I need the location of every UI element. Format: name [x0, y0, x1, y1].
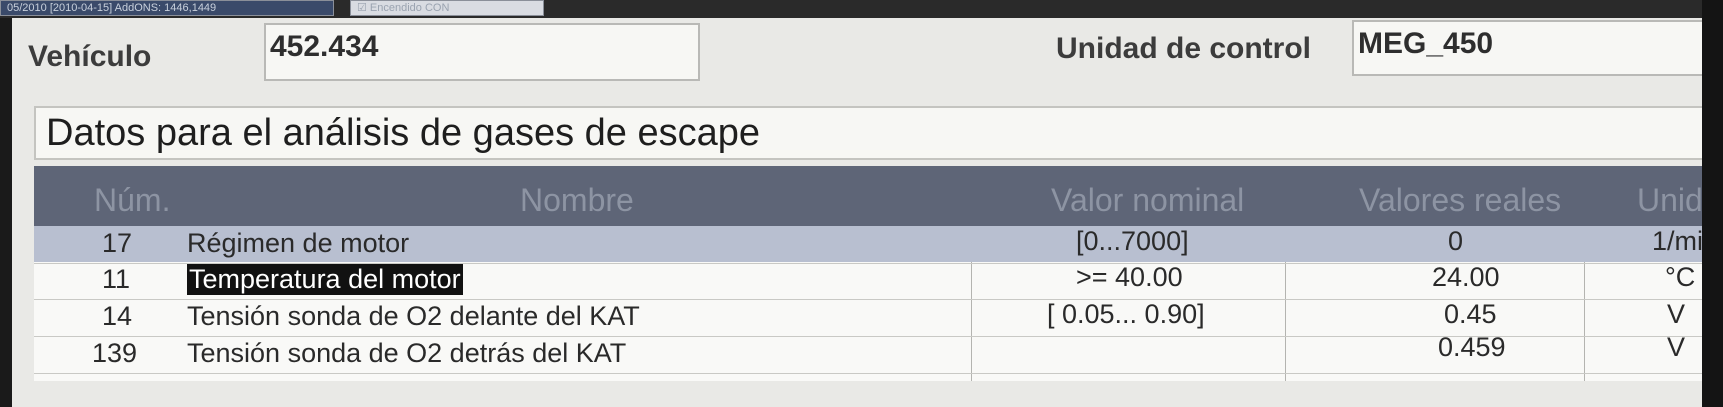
tab-ignition-label: Encendido CON	[369, 2, 450, 14]
row-unit: V	[1667, 332, 1686, 362]
table-row[interactable]: 11 Temperatura del motor >= 40.00 24.00 …	[34, 262, 1723, 300]
control-unit-field[interactable]: MEG_450	[1352, 20, 1723, 76]
tab-version-info[interactable]: 05/2010 [2010-04-15] AddONS: 1446,1449	[0, 0, 334, 16]
vehicle-label: Vehículo	[28, 40, 152, 73]
row-num: 17	[102, 228, 133, 258]
row-name: Régimen de motor	[187, 228, 410, 258]
vehicle-field[interactable]: 452.434	[264, 23, 700, 81]
row-num: 14	[102, 301, 133, 331]
column-header-actual[interactable]: Valores reales	[1359, 182, 1561, 219]
row-actual: 0.45	[1444, 299, 1497, 329]
screen-bezel	[1702, 0, 1723, 407]
table-row[interactable]: 139 Tensión sonda de O2 detrás del KAT 0…	[34, 332, 1723, 374]
row-num: 139	[92, 338, 138, 368]
data-table: Núm. Nombre Valor nominal Valores reales…	[34, 166, 1723, 381]
tab-version-label: 05/2010 [2010-04-15] AddONS: 1446,1449	[7, 2, 217, 14]
row-actual: 0	[1448, 226, 1464, 256]
tab-ignition[interactable]: ☑ Encendido CON	[350, 0, 544, 16]
diagnostic-screen: Vehículo 452.434 Unidad de control MEG_4…	[12, 18, 1723, 407]
checkbox-icon: ☑	[357, 2, 370, 14]
column-header-name[interactable]: Nombre	[520, 182, 634, 219]
row-name: Tensión sonda de O2 delante del KAT	[187, 301, 640, 331]
row-name: Tensión sonda de O2 detrás del KAT	[187, 338, 627, 368]
section-title: Datos para el análisis de gases de escap…	[34, 106, 1723, 160]
row-nominal: >= 40.00	[1076, 262, 1183, 292]
row-actual: 0.459	[1438, 332, 1506, 362]
row-nominal: [ 0.05... 0.90]	[1047, 299, 1205, 329]
table-row[interactable]: 17 Régimen de motor [0...7000] 0 1/min	[34, 226, 1723, 264]
table-header: Núm. Nombre Valor nominal Valores reales…	[34, 166, 1723, 226]
row-nominal: [0...7000]	[1076, 226, 1189, 256]
column-header-num[interactable]: Núm.	[94, 182, 170, 219]
row-name-focused: Temperatura del motor	[187, 264, 463, 295]
row-unit: V	[1667, 299, 1686, 329]
control-unit-label: Unidad de control	[1056, 32, 1311, 65]
row-unit: °C	[1665, 262, 1696, 292]
row-num: 11	[102, 264, 131, 294]
column-header-nominal[interactable]: Valor nominal	[1051, 182, 1244, 219]
row-actual: 24.00	[1432, 262, 1500, 292]
